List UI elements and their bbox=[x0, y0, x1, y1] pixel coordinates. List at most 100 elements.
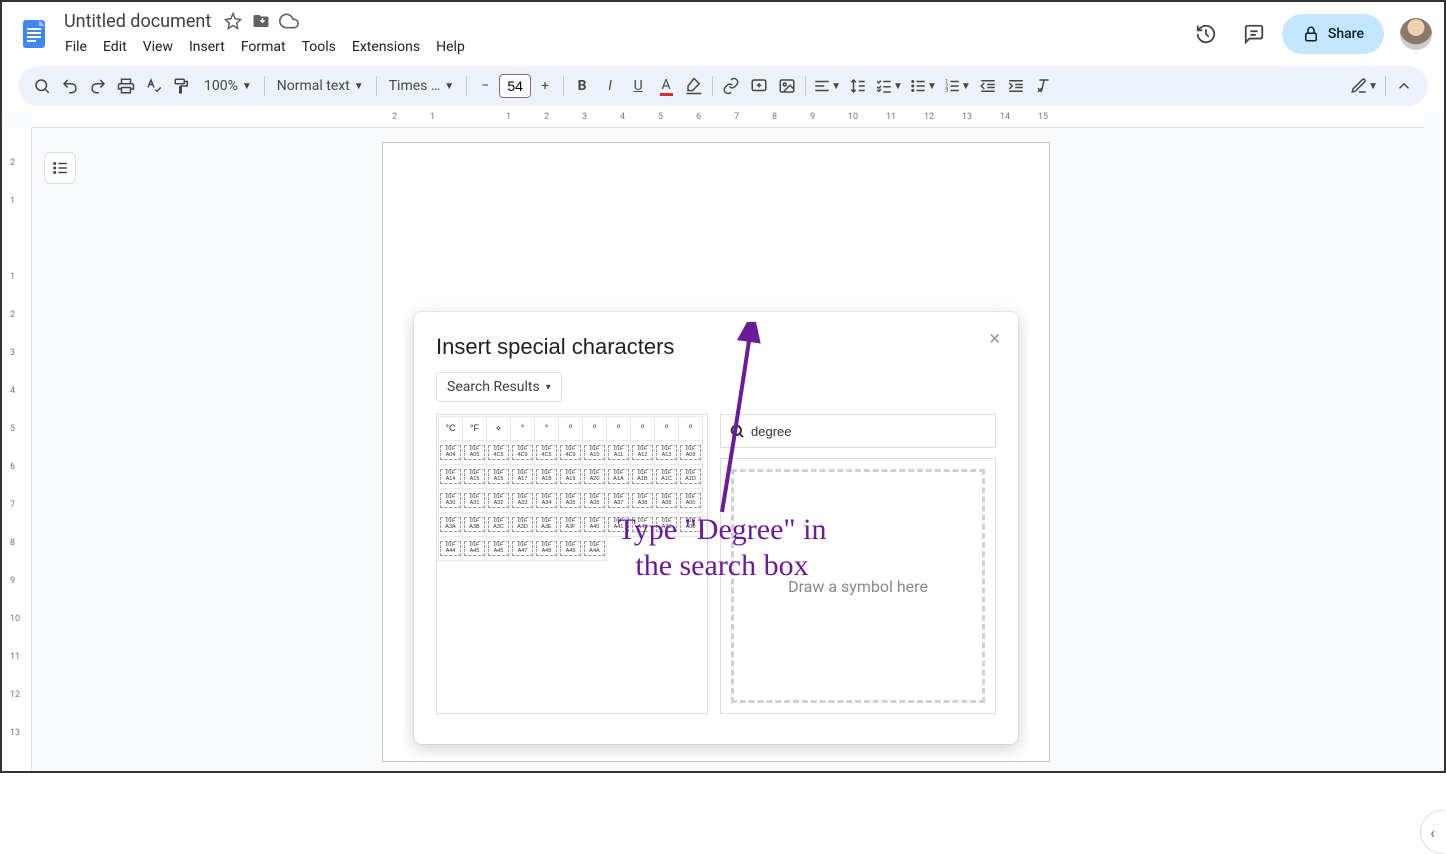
style-dropdown[interactable]: Normal text▼ bbox=[269, 72, 372, 100]
character-cell[interactable]: 01FA3C bbox=[487, 513, 511, 537]
character-cell[interactable]: 01FA19 bbox=[559, 465, 583, 489]
character-cell[interactable]: ° bbox=[511, 417, 535, 441]
character-cell[interactable]: 01FA42 bbox=[631, 513, 655, 537]
character-cell[interactable]: ⁰ bbox=[559, 417, 583, 441]
character-cell[interactable]: 01FA12 bbox=[631, 441, 655, 465]
draw-symbol-area[interactable]: Draw a symbol here bbox=[720, 458, 996, 714]
move-icon[interactable] bbox=[249, 9, 273, 33]
insert-image-icon[interactable] bbox=[773, 72, 801, 100]
docs-logo[interactable] bbox=[14, 14, 54, 54]
character-cell[interactable]: 01FA39 bbox=[655, 489, 679, 513]
character-cell[interactable]: 01FA45 bbox=[463, 537, 487, 561]
character-cell[interactable]: 01FA13 bbox=[655, 441, 679, 465]
character-cell[interactable]: ⁰ bbox=[583, 417, 607, 441]
character-cell[interactable]: ⋄ bbox=[487, 417, 511, 441]
character-cell[interactable]: 01FA45 bbox=[487, 537, 511, 561]
character-cell[interactable]: 01FA04 bbox=[439, 441, 463, 465]
character-cell[interactable]: 01FA14 bbox=[439, 465, 463, 489]
bold-icon[interactable]: B bbox=[568, 72, 596, 100]
font-dropdown[interactable]: Times …▼ bbox=[381, 72, 462, 100]
align-dropdown[interactable]: ▼ bbox=[810, 72, 844, 100]
menu-view[interactable]: View bbox=[136, 37, 180, 57]
character-cell[interactable]: ° bbox=[535, 417, 559, 441]
character-cell[interactable]: 01FA40 bbox=[583, 513, 607, 537]
character-cell[interactable]: 01FA15 bbox=[487, 465, 511, 489]
character-cell[interactable]: 01FA34 bbox=[535, 489, 559, 513]
menu-file[interactable]: File bbox=[58, 37, 94, 57]
character-cell[interactable]: 01FA10 bbox=[583, 441, 607, 465]
editing-mode-dropdown[interactable]: ▼ bbox=[1347, 72, 1381, 100]
character-cell[interactable]: 01FA35 bbox=[559, 489, 583, 513]
redo-icon[interactable] bbox=[84, 72, 112, 100]
insert-link-icon[interactable] bbox=[717, 72, 745, 100]
character-cell[interactable]: 01FA33 bbox=[511, 489, 535, 513]
character-cell[interactable]: °F bbox=[463, 417, 487, 441]
character-cell[interactable]: 01FA35 bbox=[583, 489, 607, 513]
character-cell[interactable]: 01FA3E bbox=[535, 513, 559, 537]
character-search-box[interactable] bbox=[720, 414, 996, 448]
character-cell[interactable]: 01FA3A bbox=[439, 513, 463, 537]
character-cell[interactable]: 01FA11 bbox=[607, 441, 631, 465]
close-icon[interactable]: × bbox=[989, 326, 1000, 350]
character-cell[interactable]: 01FA00 bbox=[679, 489, 703, 513]
undo-icon[interactable] bbox=[56, 72, 84, 100]
add-comment-icon[interactable] bbox=[745, 72, 773, 100]
collapse-toolbar-icon[interactable] bbox=[1390, 72, 1418, 100]
doc-title[interactable]: Untitled document bbox=[58, 9, 217, 34]
italic-icon[interactable]: I bbox=[596, 72, 624, 100]
show-outline-button[interactable] bbox=[44, 152, 76, 184]
font-size-decrease[interactable]: − bbox=[471, 72, 499, 100]
bulleted-list-icon[interactable]: ▼ bbox=[906, 72, 940, 100]
character-cell[interactable]: 01FA3D bbox=[511, 513, 535, 537]
character-cell[interactable]: 01FA31 bbox=[463, 489, 487, 513]
character-cell[interactable]: 01FA49 bbox=[559, 537, 583, 561]
menu-help[interactable]: Help bbox=[429, 37, 472, 57]
history-icon[interactable] bbox=[1186, 14, 1226, 54]
menu-edit[interactable]: Edit bbox=[96, 37, 134, 57]
character-search-input[interactable] bbox=[751, 424, 987, 439]
font-size-input[interactable] bbox=[499, 74, 531, 98]
character-cell[interactable]: 01FA43 bbox=[655, 513, 679, 537]
character-cell[interactable]: 01FA17 bbox=[511, 465, 535, 489]
checklist-icon[interactable]: ▼ bbox=[872, 72, 906, 100]
character-cell[interactable]: 01FA44 bbox=[439, 537, 463, 561]
character-cell[interactable]: 01FA3B bbox=[463, 513, 487, 537]
share-button[interactable]: Share bbox=[1282, 14, 1384, 54]
character-cell[interactable]: 01FA00 bbox=[679, 513, 703, 537]
horizontal-ruler[interactable]: 21123456789101112131415 bbox=[32, 112, 1424, 128]
character-cell[interactable]: ⁰ bbox=[607, 417, 631, 441]
star-icon[interactable] bbox=[221, 9, 245, 33]
avatar[interactable] bbox=[1400, 18, 1432, 50]
side-panel-handle[interactable]: ‹ bbox=[1420, 810, 1444, 854]
character-cell[interactable]: ⁰ bbox=[655, 417, 679, 441]
character-cell[interactable]: 01FA20 bbox=[583, 465, 607, 489]
character-cell[interactable]: 01FA47 bbox=[511, 537, 535, 561]
cloud-status-icon[interactable] bbox=[277, 9, 301, 33]
character-cell[interactable]: 01FA38 bbox=[631, 489, 655, 513]
character-cell[interactable]: 01FA1C bbox=[655, 465, 679, 489]
character-cell[interactable]: 01FA3F bbox=[559, 513, 583, 537]
search-menus-icon[interactable] bbox=[28, 72, 56, 100]
clear-formatting-icon[interactable] bbox=[1030, 72, 1058, 100]
character-cell[interactable]: °C bbox=[439, 417, 463, 441]
character-cell[interactable]: 01FA48 bbox=[535, 537, 559, 561]
category-dropdown[interactable]: Search Results ▾ bbox=[436, 372, 562, 402]
character-cell[interactable]: 01F4C9 bbox=[511, 441, 535, 465]
character-cell[interactable]: 01FA41 bbox=[607, 513, 631, 537]
character-cell[interactable]: 01FA09 bbox=[679, 441, 703, 465]
zoom-dropdown[interactable]: 100%▼ bbox=[196, 72, 260, 100]
menu-format[interactable]: Format bbox=[234, 37, 293, 57]
character-cell[interactable]: 01FA18 bbox=[535, 465, 559, 489]
decrease-indent-icon[interactable] bbox=[974, 72, 1002, 100]
highlight-icon[interactable] bbox=[680, 72, 708, 100]
character-cell[interactable]: ⁰ bbox=[679, 417, 703, 441]
character-cell[interactable]: 01FA37 bbox=[607, 489, 631, 513]
vertical-ruler[interactable]: 2112345678910111213 bbox=[2, 128, 32, 771]
menu-insert[interactable]: Insert bbox=[182, 37, 232, 57]
menu-tools[interactable]: Tools bbox=[295, 37, 343, 57]
character-cell[interactable]: 01FA05 bbox=[463, 441, 487, 465]
character-cell[interactable]: 01FA30 bbox=[439, 489, 463, 513]
character-cell[interactable]: 01FA4A bbox=[583, 537, 607, 561]
paint-format-icon[interactable] bbox=[168, 72, 196, 100]
increase-indent-icon[interactable] bbox=[1002, 72, 1030, 100]
